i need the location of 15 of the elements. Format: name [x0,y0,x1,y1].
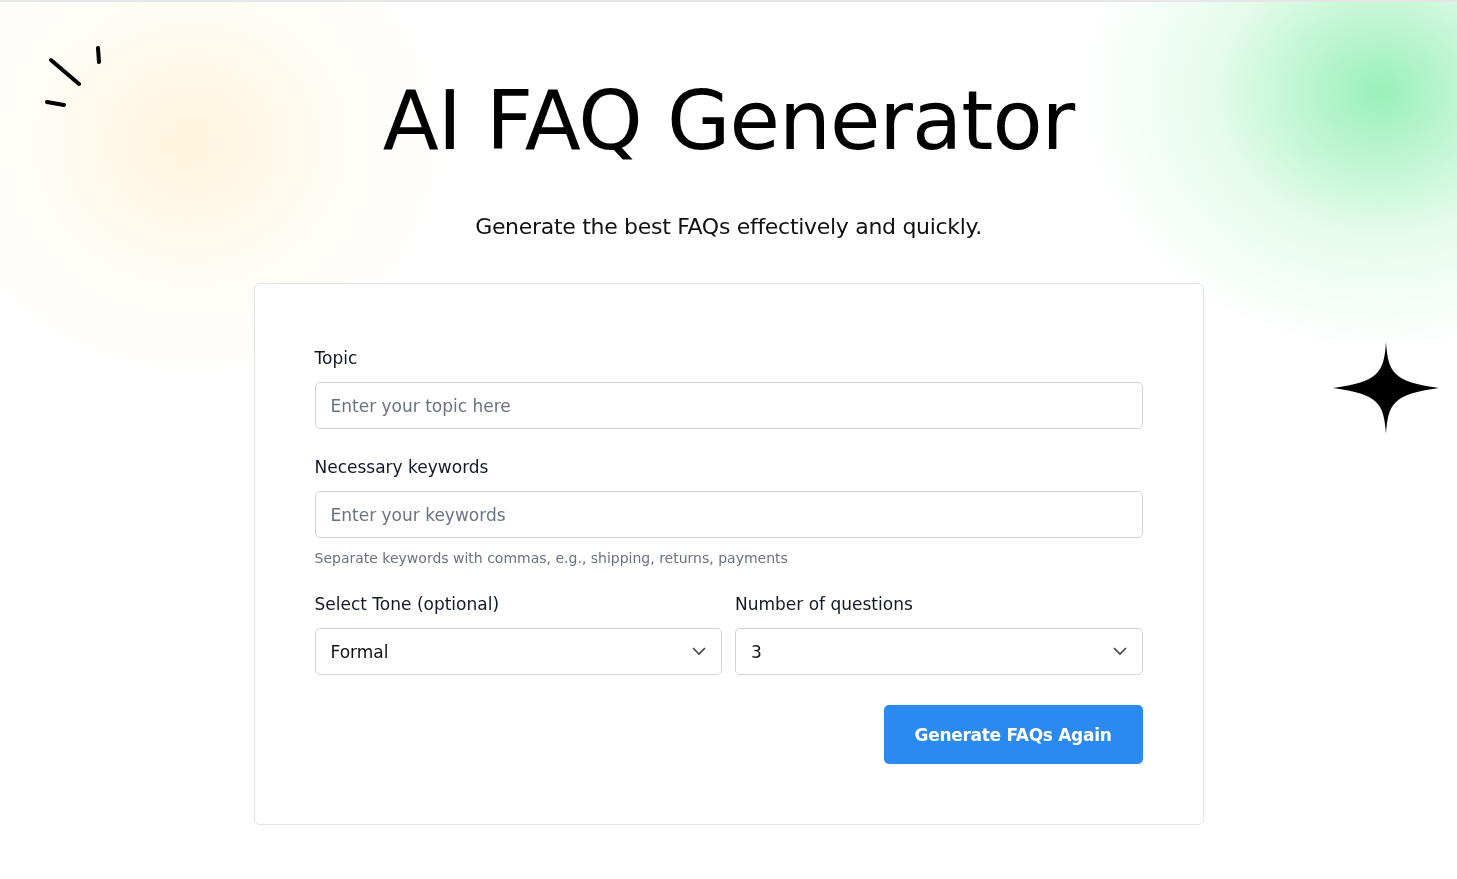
field-label: Number of questions [735,594,914,615]
page-subtitle: Generate the best FAQs effectively and quickly. [475,214,982,240]
hint-text: Separate keywords with commas, e.g., shipping, returns, payments [314,550,789,567]
field-label: Select Tone (optional) [314,594,501,615]
sparkle-lines-icon [44,46,104,110]
select-field[interactable]: Formal [314,628,722,676]
page-title: AI FAQ Generator [382,76,1075,167]
field-label: Topic [314,348,359,369]
generate-button[interactable]: Generate FAQs Again [883,705,1143,765]
chevron-down-icon [692,647,706,657]
input-field[interactable]: Enter your topic here [314,382,1143,430]
field-label: Necessary keywords [314,457,490,478]
chevron-down-icon [1112,647,1127,657]
select-field[interactable]: 3 [735,628,1143,676]
input-field[interactable]: Enter your keywords [314,491,1143,539]
